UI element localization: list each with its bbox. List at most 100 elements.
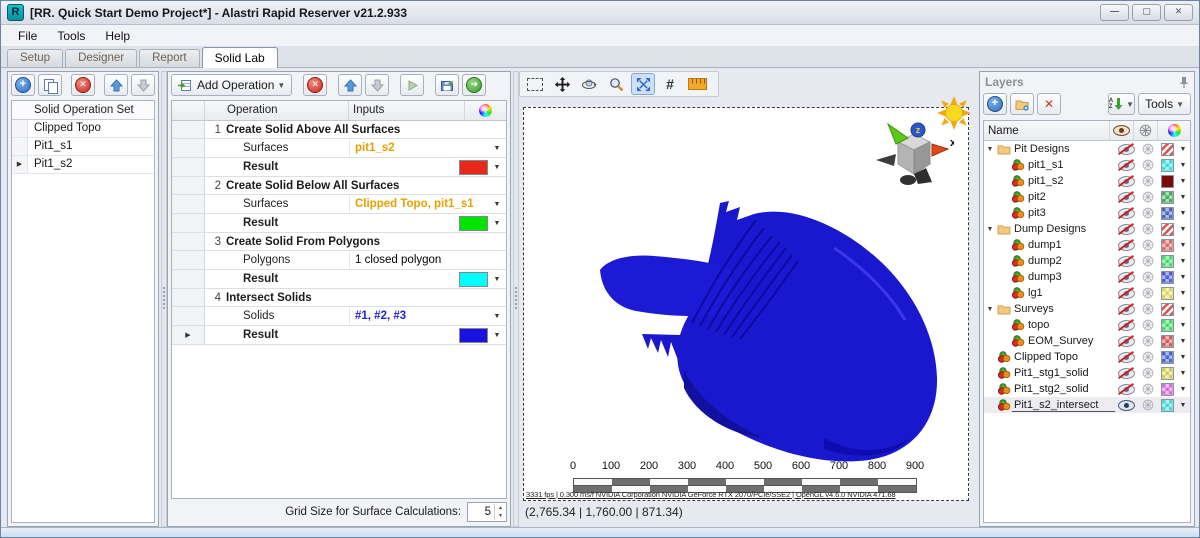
expander-icon[interactable]: ▼ [984,306,996,313]
menu-file[interactable]: File [9,27,46,45]
grid-size-value[interactable]: 5 [468,506,494,518]
layer-color-button[interactable] [1159,287,1176,300]
column-inputs[interactable]: Inputs [349,101,465,120]
delete-operation-button[interactable]: ✕ [303,74,327,96]
result-color-swatch[interactable] [459,328,488,343]
visibility-toggle[interactable] [1115,272,1137,283]
column-visibility[interactable] [1109,121,1133,140]
layer-color-button[interactable] [1159,399,1176,412]
visibility-toggle[interactable] [1115,336,1137,347]
swatch-dropdown-arrow[interactable]: ▼ [1176,146,1190,153]
zoom-button[interactable] [604,73,628,95]
visibility-toggle[interactable] [1115,368,1137,379]
operation-header-row[interactable]: 1 Create Solid Above All Surfaces [172,121,506,139]
layer-row[interactable]: topo ▼ [984,317,1190,333]
viewport-3d-canvas[interactable]: z x [523,107,969,501]
column-operation[interactable]: Operation [205,101,349,120]
layer-color-button[interactable] [1159,255,1176,268]
swatch-dropdown-arrow[interactable]: ▼ [1176,162,1190,169]
save-solid-button[interactable] [435,74,459,96]
add-operation-button[interactable]: Add Operation ▼ [171,74,292,96]
shading-toggle[interactable] [1137,335,1159,347]
layer-color-button[interactable] [1159,271,1176,284]
orbit-button[interactable] [577,73,601,95]
dropdown-arrow[interactable]: ▼ [488,276,506,283]
tab-solid-lab[interactable]: Solid Lab [202,47,278,68]
swatch-dropdown-arrow[interactable]: ▼ [1176,210,1190,217]
layer-row[interactable]: ▼ Pit Designs ▼ [984,141,1190,157]
layer-color-button[interactable] [1159,223,1176,236]
visibility-toggle[interactable] [1115,400,1137,411]
visibility-toggle[interactable] [1115,304,1137,315]
operation-result-row[interactable]: Result ▼ [172,270,506,289]
ruler-button[interactable] [685,73,709,95]
operation-header-row[interactable]: 2 Create Solid Below All Surfaces [172,177,506,195]
pan-button[interactable] [550,73,574,95]
result-color-swatch[interactable] [459,216,488,231]
new-folder-button[interactable] [1010,93,1034,115]
operation-header-row[interactable]: 4 Intersect Solids [172,289,506,307]
move-operation-down-button[interactable] [365,74,389,96]
layer-row[interactable]: EOM_Survey ▼ [984,333,1190,349]
run-operations-button[interactable] [400,74,424,96]
add-layer-button[interactable]: + [983,93,1007,115]
visibility-toggle[interactable] [1115,160,1137,171]
dropdown-arrow[interactable]: ▼ [488,313,506,320]
layer-color-button[interactable] [1159,383,1176,396]
layer-row[interactable]: dump2 ▼ [984,253,1190,269]
swatch-dropdown-arrow[interactable]: ▼ [1176,354,1190,361]
layer-row[interactable]: ▼ Surveys ▼ [984,301,1190,317]
delete-set-button[interactable]: ✕ [71,74,95,96]
visibility-toggle[interactable] [1115,176,1137,187]
tab-setup[interactable]: Setup [7,49,63,67]
input-value[interactable]: 1 closed polygon [349,251,488,269]
shading-toggle[interactable] [1137,223,1159,235]
solid-set-row[interactable]: Pit1_s1 [12,138,154,156]
operation-input-row[interactable]: Solids #1, #2, #3 ▼ [172,307,506,326]
column-shading[interactable] [1133,121,1157,140]
shading-toggle[interactable] [1137,303,1159,315]
visibility-toggle[interactable] [1115,288,1137,299]
shading-toggle[interactable] [1137,271,1159,283]
shading-toggle[interactable] [1137,255,1159,267]
shading-toggle[interactable] [1137,239,1159,251]
add-set-button[interactable]: + [11,74,35,96]
layer-row[interactable]: pit3 ▼ [984,205,1190,221]
column-name[interactable]: Name [984,125,1109,137]
select-rectangle-button[interactable] [523,73,547,95]
visibility-toggle[interactable] [1115,240,1137,251]
layer-row[interactable]: pit1_s1 ▼ [984,157,1190,173]
shading-toggle[interactable] [1137,383,1159,395]
swatch-dropdown-arrow[interactable]: ▼ [1176,322,1190,329]
layer-color-button[interactable] [1159,303,1176,316]
column-color[interactable] [465,101,506,120]
layer-row[interactable]: Pit1_s2_intersect ▼ [984,397,1190,413]
layer-color-button[interactable] [1159,319,1176,332]
shading-toggle[interactable] [1137,143,1159,155]
column-color[interactable] [1157,121,1190,140]
fit-to-view-button[interactable] [631,73,655,95]
shading-toggle[interactable] [1137,399,1159,411]
title-bar[interactable]: R [RR. Quick Start Demo Project*] - Alas… [1,1,1199,25]
layer-row[interactable]: Clipped Topo ▼ [984,349,1190,365]
visibility-toggle[interactable] [1115,144,1137,155]
layer-color-button[interactable] [1159,191,1176,204]
visibility-toggle[interactable] [1115,208,1137,219]
input-value[interactable]: #1, #2, #3 [349,307,488,325]
shading-toggle[interactable] [1137,287,1159,299]
layer-row[interactable]: lg1 ▼ [984,285,1190,301]
shading-toggle[interactable] [1137,175,1159,187]
input-value[interactable]: pit1_s2 [349,139,488,157]
close-button[interactable]: ✕ [1164,4,1193,21]
dropdown-arrow[interactable]: ▼ [488,164,506,171]
dropdown-arrow[interactable]: ▼ [488,332,506,339]
move-set-up-button[interactable] [104,74,128,96]
shading-toggle[interactable] [1137,159,1159,171]
swatch-dropdown-arrow[interactable]: ▼ [1176,290,1190,297]
expander-icon[interactable]: ▼ [984,226,996,233]
move-operation-up-button[interactable] [338,74,362,96]
go-button[interactable]: ➜ [462,74,486,96]
visibility-toggle[interactable] [1115,352,1137,363]
layer-color-button[interactable] [1159,335,1176,348]
swatch-dropdown-arrow[interactable]: ▼ [1176,194,1190,201]
